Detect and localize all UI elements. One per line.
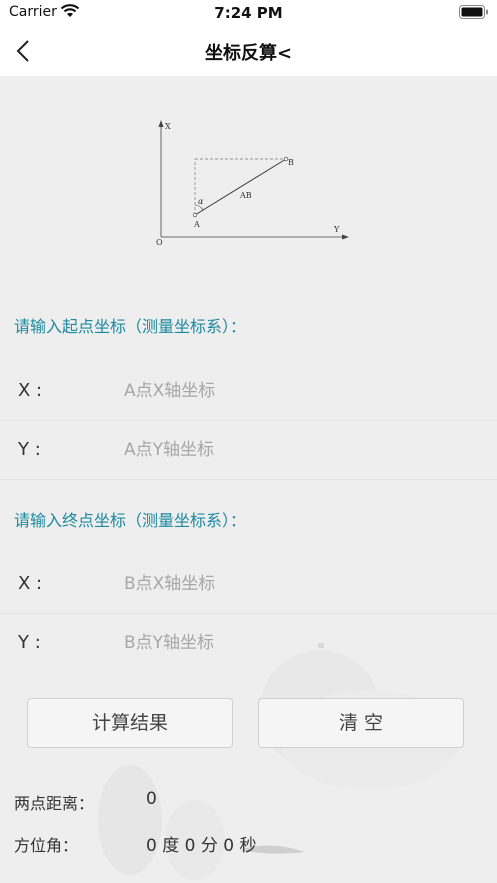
start-y-row: Y : <box>0 421 497 480</box>
start-x-label: X : <box>18 380 43 401</box>
start-x-row: X : <box>0 362 497 421</box>
origin-label: O <box>156 238 163 247</box>
start-y-input[interactable] <box>122 433 466 467</box>
azimuth-value: 0 度 0 分 0 秒 <box>146 836 257 856</box>
segment-ab-label: AB <box>239 191 252 200</box>
point-a-label: A <box>193 220 200 229</box>
end-x-input[interactable] <box>122 567 466 601</box>
point-b-label: B <box>288 158 294 167</box>
end-y-row: Y : <box>0 614 497 672</box>
end-y-input[interactable] <box>122 626 466 660</box>
clear-button[interactable]: 清 空 <box>258 698 464 748</box>
end-point-section-title: 请输入终点坐标（测量坐标系）： <box>14 511 247 530</box>
page-title: 坐标反算< <box>204 43 293 64</box>
end-x-label: X : <box>18 573 43 594</box>
status-bar: Carrier 7:24 PM <box>0 0 497 26</box>
start-y-label: Y : <box>18 439 41 460</box>
end-x-row: X : <box>0 555 497 614</box>
navigation-bar: 坐标反算< <box>0 26 497 76</box>
battery-icon <box>459 5 489 24</box>
start-x-input[interactable] <box>122 374 466 408</box>
calculate-button[interactable]: 计算结果 <box>27 698 233 748</box>
distance-label: 两点距离： <box>14 794 95 813</box>
clock: 7:24 PM <box>214 4 283 22</box>
azimuth-label: 方位角： <box>14 836 79 855</box>
end-y-label: Y : <box>18 632 41 653</box>
coordinate-diagram: X Y O A B AB α <box>156 120 349 247</box>
distance-value: 0 <box>146 789 157 809</box>
angle-alpha-label: α <box>198 197 204 206</box>
axis-y-label: Y <box>333 225 340 234</box>
start-point-section-title: 请输入起点坐标（测量坐标系）： <box>14 317 247 336</box>
axis-x-label: X <box>165 122 171 131</box>
